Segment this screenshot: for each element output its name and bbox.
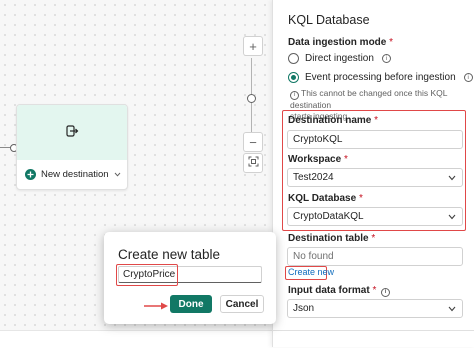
destination-name-label: Destination name *	[288, 115, 379, 126]
destination-card[interactable]: New destination	[16, 104, 128, 190]
input-format-dropdown[interactable]: Json	[287, 299, 463, 318]
minus-icon: −	[249, 134, 257, 150]
create-new-link[interactable]: Create new	[288, 267, 334, 277]
input-format-label: Input data format * i	[288, 285, 391, 297]
kql-database-label: KQL Database *	[288, 193, 363, 204]
chevron-down-icon	[448, 212, 456, 223]
zoom-in-button[interactable]: +	[243, 36, 263, 56]
radio-label: Event processing before ingestion	[305, 72, 456, 83]
zoom-slider-thumb[interactable]	[247, 94, 256, 103]
radio-circle[interactable]	[288, 53, 299, 64]
panel-title: KQL Database	[288, 13, 370, 27]
radio-label: Direct ingestion	[305, 53, 374, 64]
canvas-footer	[0, 330, 272, 348]
kql-database-dropdown[interactable]: CryptoDataKQL	[287, 207, 463, 226]
new-destination-label: New destination	[41, 169, 109, 180]
dialog-title: Create new table	[118, 247, 221, 262]
destination-table-label: Destination table *	[288, 233, 376, 244]
add-circle-icon	[25, 169, 36, 180]
info-icon[interactable]: i	[463, 73, 473, 82]
radio-direct-ingestion[interactable]: Direct ingestion i	[288, 53, 391, 64]
ingestion-mode-label: Data ingestion mode *	[288, 37, 394, 48]
chevron-down-icon	[448, 173, 456, 184]
radio-circle-checked[interactable]	[288, 72, 299, 83]
info-icon[interactable]: i	[381, 54, 391, 63]
info-icon: i	[290, 91, 299, 100]
destination-card-header	[17, 105, 127, 160]
kql-settings-panel: KQL Database Data ingestion mode * Direc…	[272, 0, 474, 347]
highlight-box-table-name	[116, 264, 178, 286]
chevron-down-icon	[114, 169, 121, 180]
info-icon[interactable]: i	[381, 287, 391, 297]
create-table-dialog: Create new table CryptoPrice Done Cancel	[104, 232, 276, 324]
fit-view-button[interactable]	[243, 153, 263, 173]
workspace-label: Workspace *	[288, 154, 348, 165]
sign-out-icon	[65, 124, 79, 141]
arrow-right-icon	[144, 301, 168, 313]
chevron-down-icon	[448, 304, 456, 315]
radio-event-processing[interactable]: Event processing before ingestion i	[288, 72, 473, 83]
destination-table-input[interactable]: No found	[287, 247, 463, 266]
done-button[interactable]: Done	[170, 295, 212, 313]
fit-screen-icon	[248, 156, 259, 170]
destination-name-input[interactable]: CryptoKQL	[287, 130, 463, 149]
cancel-button[interactable]: Cancel	[220, 295, 264, 313]
panel-divider	[273, 330, 474, 331]
new-destination-button[interactable]: New destination	[17, 160, 127, 189]
workspace-dropdown[interactable]: Test2024	[287, 168, 463, 187]
plus-icon: +	[249, 38, 257, 54]
zoom-out-button[interactable]: −	[243, 132, 263, 152]
